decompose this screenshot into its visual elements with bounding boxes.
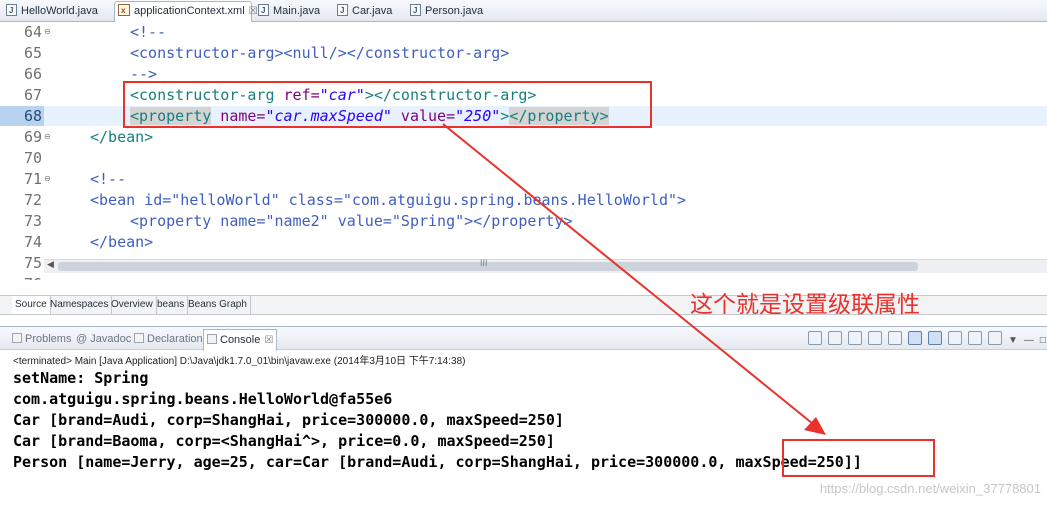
console-line: com.atguigu.spring.beans.HelloWorld@fa55… <box>13 390 393 408</box>
highlight-box-code <box>123 81 652 128</box>
code-text: <!-- <box>130 23 167 41</box>
remove-all-icon[interactable] <box>848 331 862 345</box>
horizontal-scrollbar[interactable]: ◀ III <box>44 258 1047 273</box>
console-line: setName: Spring <box>13 369 149 387</box>
close-icon[interactable]: ☒ <box>264 335 273 346</box>
code-text: <bean id="helloWorld" class="com.atguigu… <box>90 191 687 209</box>
fold-icon[interactable]: ⊖ <box>44 169 51 189</box>
code-line: 73 <property name="name2" value="Spring"… <box>0 211 1047 231</box>
console-launch-info: <terminated> Main [Java Application] D:\… <box>13 356 466 367</box>
code-line: 65 <constructor-arg><null/></constructor… <box>0 43 1047 63</box>
code-line: 74 </bean> <box>0 232 1047 252</box>
tab-beans[interactable]: beans <box>154 296 189 314</box>
fold-icon[interactable]: ⊖ <box>44 127 51 147</box>
tab-label: Person.java <box>425 5 484 17</box>
code-line: 71 ⊖ <!-- <box>0 169 1047 189</box>
code-line: 70 <box>0 148 1047 168</box>
tab-helloworld-java[interactable]: HelloWorld.java <box>6 2 98 22</box>
line-number: 67 <box>23 86 42 104</box>
java-file-icon <box>6 2 17 20</box>
code-text: <!-- <box>90 170 127 188</box>
tab-main-java[interactable]: Main.java <box>258 2 320 22</box>
scroll-lock-icon[interactable] <box>888 331 902 345</box>
line-number: 71 <box>23 170 42 188</box>
code-line: 76 <box>0 274 1047 280</box>
terminate-icon[interactable] <box>808 331 822 345</box>
console-line: Car [brand=Audi, corp=ShangHai, price=30… <box>13 411 564 429</box>
line-number: 76 <box>0 274 44 280</box>
line-number: 64 <box>23 23 42 41</box>
tab-car-java[interactable]: Car.java <box>337 2 392 22</box>
tab-javadoc[interactable]: @ Javadoc <box>76 331 131 349</box>
tab-label: Main.java <box>273 5 321 17</box>
highlight-box-output <box>782 439 935 477</box>
declaration-icon <box>134 333 144 343</box>
line-number: 69 <box>23 128 42 146</box>
tab-namespaces[interactable]: Namespaces <box>47 296 113 314</box>
open-console-icon[interactable] <box>988 331 1002 345</box>
show-stderr-icon[interactable] <box>928 331 942 345</box>
console-icon <box>207 334 217 344</box>
line-number: 66 <box>23 65 42 83</box>
console-toolbar: ▼—□ <box>808 331 1047 346</box>
code-text: </bean> <box>90 128 154 146</box>
display-console-icon[interactable] <box>968 331 982 345</box>
console-line: Car [brand=Baoma, corp=<ShangHai^>, pric… <box>13 432 555 450</box>
editor-tab-bar: HelloWorld.java applicationContext.xml☒ … <box>0 0 1047 23</box>
tab-source[interactable]: Source <box>12 296 51 314</box>
console-view-bar: Problems @ Javadoc Declaration Console ☒ … <box>0 326 1047 351</box>
code-line: 72 <bean id="helloWorld" class="com.atgu… <box>0 190 1047 210</box>
scroll-left-icon[interactable]: ◀ <box>47 259 54 270</box>
scroll-grip: III <box>480 258 488 268</box>
line-number: 75 <box>23 254 42 272</box>
tab-applicationcontext-xml[interactable]: applicationContext.xml ☒ <box>114 1 258 23</box>
code-text: <constructor-arg><null/></constructor-ar… <box>130 44 510 62</box>
problems-icon <box>12 333 22 343</box>
code-line: 64 ⊖ <!-- <box>0 22 1047 42</box>
java-file-icon <box>258 2 269 20</box>
java-file-icon <box>410 2 421 20</box>
scrollbar-thumb[interactable] <box>58 262 918 271</box>
pin-console-icon[interactable] <box>948 331 962 345</box>
xml-file-icon <box>118 2 130 20</box>
java-file-icon <box>337 2 348 20</box>
tab-problems[interactable]: Problems <box>12 331 71 349</box>
tab-console[interactable]: Console ☒ <box>203 329 278 351</box>
line-number: 70 <box>23 149 42 167</box>
tab-beans-graph[interactable]: Beans Graph <box>185 296 251 314</box>
code-text: <property name="name2" value="Spring"></… <box>130 212 573 230</box>
close-icon[interactable]: ☒ <box>249 6 258 17</box>
view-menu-icon[interactable]: ▼—□ <box>1008 335 1047 346</box>
code-editor[interactable]: 64 ⊖ <!-- 65 <constructor-arg><null/></co… <box>0 22 1047 280</box>
line-number: 72 <box>23 191 42 209</box>
fold-icon[interactable]: ⊖ <box>44 22 51 42</box>
code-text: </bean> <box>90 233 154 251</box>
console-line: Person [name=Jerry, age=25, car=Car [bra… <box>13 453 862 471</box>
tab-label: applicationContext.xml <box>134 5 245 17</box>
tab-overview[interactable]: Overview <box>108 296 157 314</box>
line-number: 74 <box>23 233 42 251</box>
line-number: 73 <box>23 212 42 230</box>
remove-launch-icon[interactable] <box>828 331 842 345</box>
show-stdout-icon[interactable] <box>908 331 922 345</box>
code-line: 69 ⊖ </bean> <box>0 127 1047 147</box>
watermark: https://blog.csdn.net/weixin_37778801 <box>819 481 1041 496</box>
tab-label: HelloWorld.java <box>21 5 98 17</box>
tab-person-java[interactable]: Person.java <box>410 2 483 22</box>
line-number: 68 <box>0 106 44 126</box>
annotation-note: 这个就是设置级联属性 <box>690 292 920 318</box>
line-number: 65 <box>23 44 42 62</box>
tab-declaration[interactable]: Declaration <box>134 331 203 349</box>
tab-label: Car.java <box>352 5 393 17</box>
clear-console-icon[interactable] <box>868 331 882 345</box>
